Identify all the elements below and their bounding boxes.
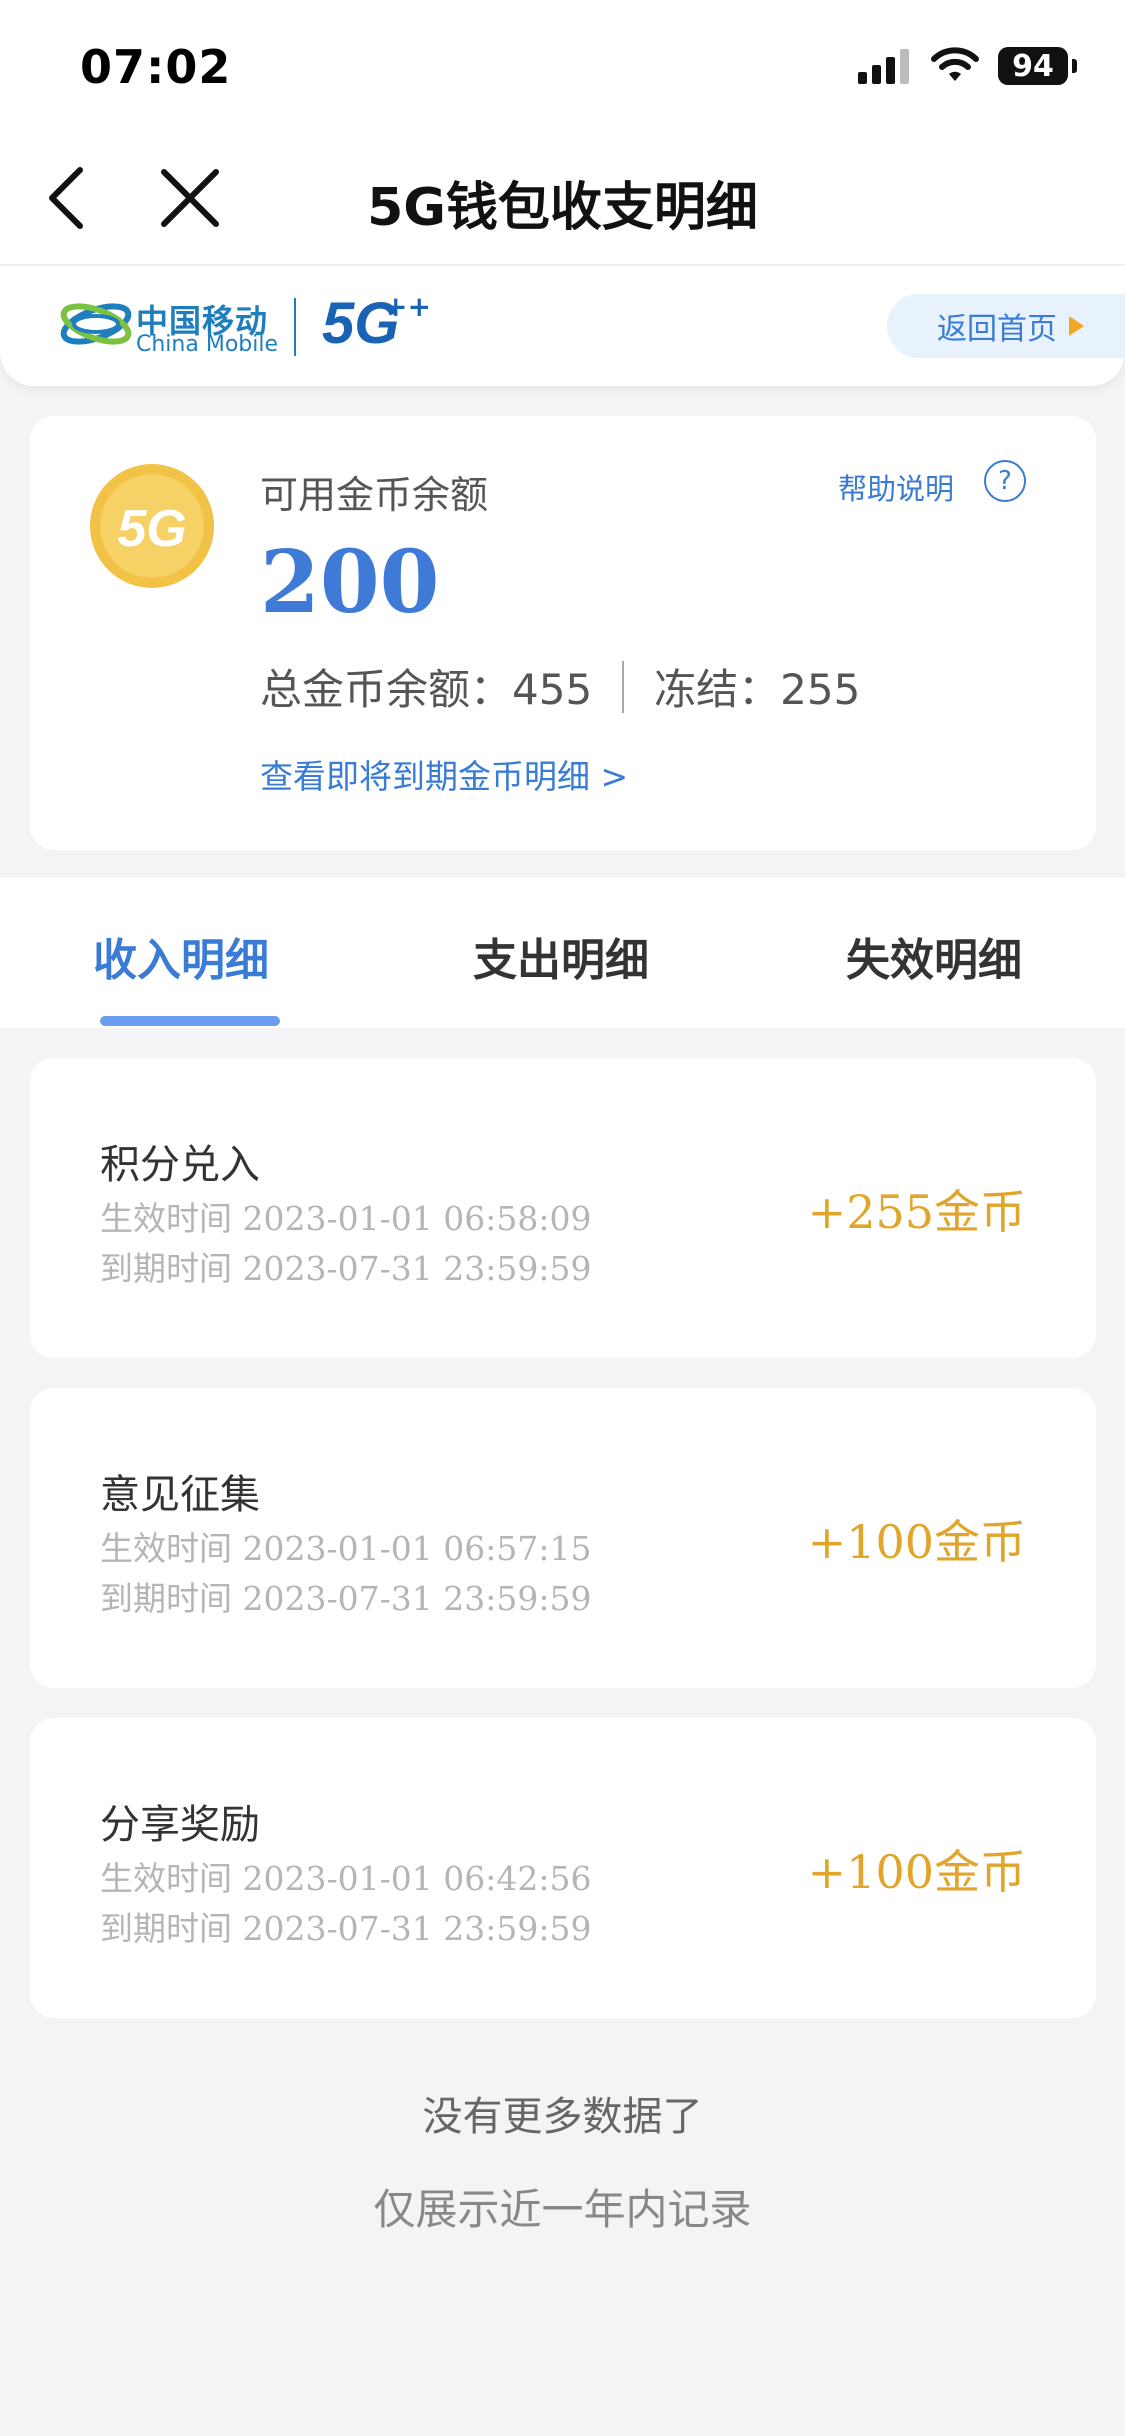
- return-home-label: 返回首页: [937, 312, 1057, 347]
- record-title: 意见征集: [100, 1472, 260, 1518]
- record-item: 分享奖励 生效时间 2023-01-01 06:42:56 到期时间 2023-…: [30, 1718, 1096, 2018]
- triangle-right-icon: [1069, 316, 1084, 336]
- record-amount: +100金币: [807, 1845, 1026, 1899]
- gold-coin-icon: 5G +: [90, 463, 220, 588]
- status-bar: 07:02 94: [0, 0, 1125, 130]
- svg-text:+: +: [204, 463, 220, 494]
- record-title: 分享奖励: [100, 1802, 260, 1848]
- record-amount: +255金币: [807, 1185, 1026, 1239]
- tab-expense[interactable]: 支出明细: [473, 924, 649, 988]
- record-amount: +100金币: [807, 1515, 1026, 1569]
- expiring-coins-link[interactable]: 查看即将到期金币明细 >: [260, 750, 628, 798]
- coin-label: 5G: [117, 500, 186, 558]
- status-icons: 94: [856, 46, 1077, 86]
- page-title: 5G钱包收支明细: [367, 178, 758, 238]
- brand-name-en: China Mobile: [136, 332, 279, 357]
- available-balance: 200: [260, 532, 440, 633]
- return-home-button[interactable]: 返回首页: [887, 294, 1125, 358]
- china-mobile-logo-icon: [60, 303, 132, 345]
- total-balance-row: 总金币余额：455 冻结：255: [260, 656, 860, 717]
- tab-expired[interactable]: 失效明细: [846, 924, 1022, 988]
- battery-indicator: 94: [998, 47, 1068, 85]
- record-effective-time: 生效时间 2023-01-01 06:57:15: [100, 1529, 592, 1568]
- active-tab-indicator: [100, 1016, 280, 1026]
- brand-strip: 中国移动 China Mobile 5G ++ 返回首页: [0, 266, 1125, 386]
- balance-label: 可用金币余额: [260, 473, 489, 517]
- record-title: 积分兑入: [100, 1142, 260, 1188]
- status-time: 07:02: [80, 40, 232, 94]
- record-effective-time: 生效时间 2023-01-01 06:42:56: [100, 1859, 592, 1898]
- balance-card: 5G + 可用金币余额 帮助说明 ? 200 总金币余额：455 冻结：255 …: [30, 416, 1096, 850]
- record-item: 意见征集 生效时间 2023-01-01 06:57:15 到期时间 2023-…: [30, 1388, 1096, 1688]
- record-expire-time: 到期时间 2023-07-31 23:59:59: [100, 1579, 592, 1618]
- battery-tip: [1072, 59, 1077, 73]
- brand-5g-plus: ++: [384, 290, 431, 323]
- frozen-balance: 冻结：255: [654, 665, 861, 714]
- record-effective-time: 生效时间 2023-01-01 06:58:09: [100, 1199, 592, 1238]
- brand-divider: [294, 298, 296, 356]
- wifi-icon: [931, 47, 979, 81]
- nav-bar: 5G钱包收支明细: [0, 130, 1125, 265]
- one-year-note: 仅展示近一年内记录: [373, 2185, 752, 2234]
- help-icon[interactable]: ?: [984, 460, 1026, 502]
- detail-tabs: 收入明细 支出明细 失效明细: [0, 878, 1125, 1028]
- record-expire-time: 到期时间 2023-07-31 23:59:59: [100, 1909, 592, 1948]
- no-more-data-text: 没有更多数据了: [422, 2094, 703, 2140]
- record-item: 积分兑入 生效时间 2023-01-01 06:58:09 到期时间 2023-…: [30, 1058, 1096, 1358]
- screen: 07:02 94 5G钱包收支明细 中国移动 China Mobile 5G +…: [0, 0, 1125, 2436]
- record-expire-time: 到期时间 2023-07-31 23:59:59: [100, 1249, 592, 1288]
- signal-icon: [858, 49, 909, 84]
- help-link[interactable]: 帮助说明: [838, 466, 954, 508]
- total-balance: 总金币余额：455: [260, 665, 593, 714]
- tab-income[interactable]: 收入明细: [93, 924, 269, 988]
- total-divider: [622, 660, 625, 713]
